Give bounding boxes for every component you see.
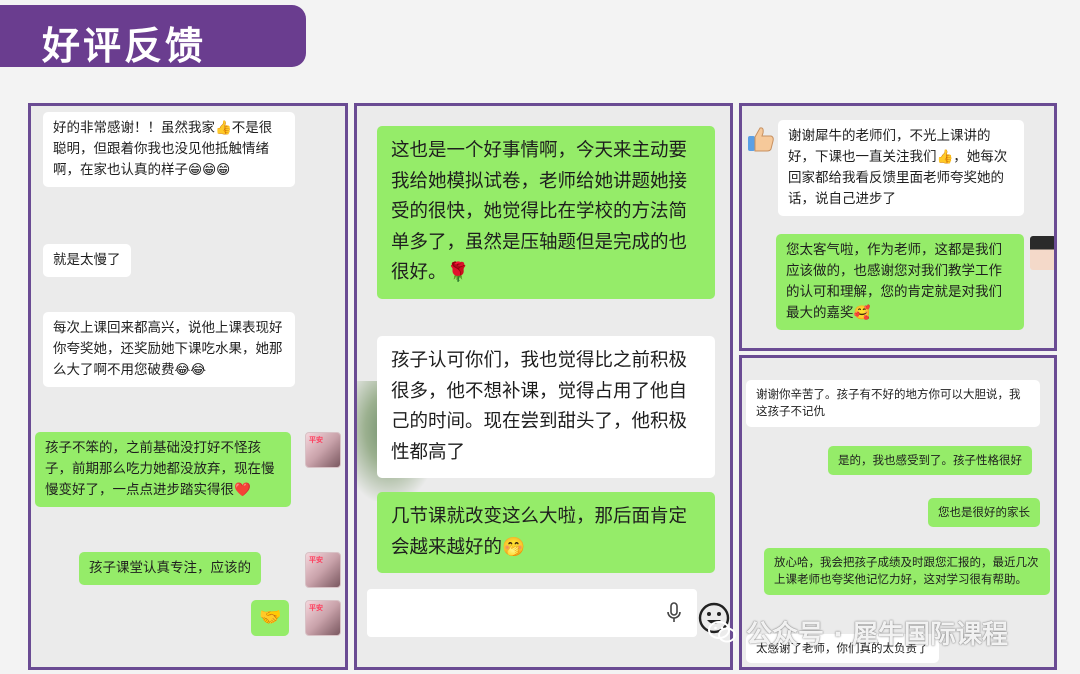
chat-bubble: 就是太慢了 xyxy=(43,244,131,277)
chat-bubble: 孩子认可你们，我也觉得比之前积极很多，他不想补课，觉得占用了他自己的时间。现在尝… xyxy=(377,336,715,479)
chat-bubble: 几节课就改变这么大啦，那后面肯定会越来越好的🤭 xyxy=(377,492,715,574)
avatar[interactable] xyxy=(1030,236,1054,270)
chat-panel-2: 这也是一个好事情啊，今天来主动要我给她模拟试卷，老师给她讲题她接受的很快，她觉得… xyxy=(354,103,733,670)
avatar[interactable]: 平安 xyxy=(305,552,341,588)
chat-bubble: 谢谢你辛苦了。孩子有不好的地方你可以大胆说，我这孩子不记仇 xyxy=(746,380,1040,427)
chat-bubble: 您太客气啦，作为老师，这都是我们应该做的，也感谢您对我们教学工作的认可和理解，您… xyxy=(776,234,1024,330)
message-input[interactable] xyxy=(367,589,697,637)
chat-bubble: 是的，我也感受到了。孩子性格很好 xyxy=(828,446,1032,476)
chat-bubble: 孩子不笨的，之前基础没打好不怪孩子，前期那么吃力她都没放弃，现在慢慢变好了，一点… xyxy=(35,432,291,507)
chat-bubble: 每次上课回来都高兴，说他上课表现好你夸奖她，还奖励她下课吃水果，她那么大了啊不用… xyxy=(43,312,295,387)
chat-bubble: 放心哈，我会把孩子成绩及时跟您汇报的，最近几次上课老师也夸奖他记忆力好，这对学习… xyxy=(764,548,1050,595)
chat-bubble: 🤝 xyxy=(251,600,290,636)
chat-bubble: 您也是很好的家长 xyxy=(928,498,1040,528)
page-title: 好评反馈 xyxy=(42,24,207,68)
chat-bubble: 谢谢犀牛的老师们，不光上课讲的好，下课也一直关注我们👍，她每次回家都给我看反馈里… xyxy=(778,120,1024,216)
chat-bubble: 好的非常感谢！！虽然我家👍不是很聪明，但跟着你我也没见他抵触情绪啊，在家也认真的… xyxy=(43,112,295,187)
chat-bubble: 孩子课堂认真专注，应该的 xyxy=(79,552,261,585)
title-banner: 好评反馈 xyxy=(0,5,306,68)
thumbs-up-icon xyxy=(748,127,774,152)
avatar[interactable]: 平安 xyxy=(305,432,341,468)
microphone-icon[interactable] xyxy=(665,602,683,624)
chat-panel-3: 谢谢犀牛的老师们，不光上课讲的好，下课也一直关注我们👍，她每次回家都给我看反馈里… xyxy=(739,103,1057,351)
avatar[interactable]: 平安 xyxy=(305,600,341,636)
chat-panel-1: 好的非常感谢！！虽然我家👍不是很聪明，但跟着你我也没见他抵触情绪啊，在家也认真的… xyxy=(28,103,348,670)
wechat-icon xyxy=(708,621,736,643)
chat-bubble: 这也是一个好事情啊，今天来主动要我给她模拟试卷，老师给她讲题她接受的很快，她觉得… xyxy=(377,126,715,299)
watermark-text: 公众号 · 犀牛国际课程 xyxy=(746,619,1008,650)
watermark: 公众号 · 犀牛国际课程 xyxy=(708,612,1068,652)
